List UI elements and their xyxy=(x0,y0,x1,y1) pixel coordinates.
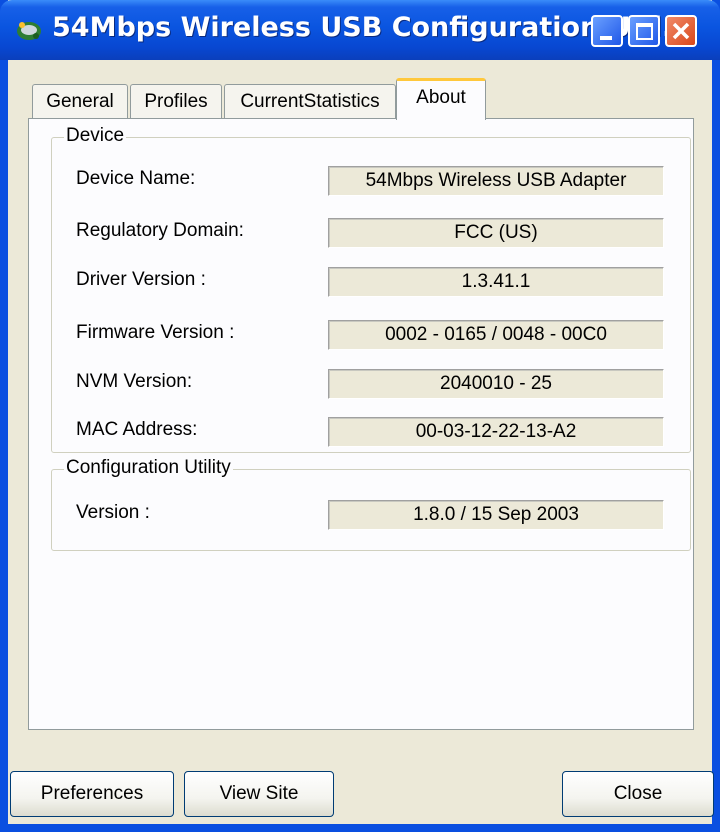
about-tab-panel: Device Device Name: 54Mbps Wireless USB … xyxy=(28,118,694,730)
nvm-version-value: 2040010 - 25 xyxy=(328,369,664,399)
maximize-button[interactable] xyxy=(628,15,660,47)
close-icon xyxy=(672,22,690,40)
driver-version-value: 1.3.41.1 xyxy=(328,267,664,297)
configuration-utility-groupbox: Configuration Utility Version : 1.8.0 / … xyxy=(51,457,691,551)
close-window-button[interactable] xyxy=(665,15,697,47)
tab-general[interactable]: General xyxy=(32,84,128,120)
tab-label: CurrentStatistics xyxy=(240,91,380,112)
utility-version-label: Version : xyxy=(76,502,150,523)
maximize-icon xyxy=(636,23,653,40)
preferences-button[interactable]: Preferences xyxy=(10,771,174,817)
regulatory-domain-value: FCC (US) xyxy=(328,218,664,248)
configuration-utility-legend: Configuration Utility xyxy=(64,457,233,479)
close-button[interactable]: Close xyxy=(562,771,714,817)
nvm-version-label: NVM Version: xyxy=(76,371,193,392)
device-name-value: 54Mbps Wireless USB Adapter xyxy=(328,166,664,196)
minimize-icon xyxy=(600,36,612,40)
tab-label: Profiles xyxy=(144,91,208,112)
mac-address-value: 00-03-12-22-13-A2 xyxy=(328,417,664,447)
device-name-label: Device Name: xyxy=(76,168,196,189)
tab-about[interactable]: About xyxy=(396,78,486,120)
firmware-version-value: 0002 - 0165 / 0048 - 00C0 xyxy=(328,320,664,350)
driver-version-label: Driver Version : xyxy=(76,269,206,290)
configuration-utility-window: 54Mbps Wireless USB Configuration Util..… xyxy=(0,0,720,832)
tab-label: About xyxy=(416,87,466,108)
utility-version-value: 1.8.0 / 15 Sep 2003 xyxy=(328,500,664,530)
title-bar[interactable]: 54Mbps Wireless USB Configuration Util..… xyxy=(0,0,720,60)
device-groupbox: Device Device Name: 54Mbps Wireless USB … xyxy=(51,125,691,453)
tab-profiles[interactable]: Profiles xyxy=(130,84,222,120)
mac-address-label: MAC Address: xyxy=(76,419,198,440)
tab-strip: General Profiles CurrentStatistics About xyxy=(8,60,712,120)
minimize-button[interactable] xyxy=(591,15,623,47)
network-adapter-icon xyxy=(17,22,41,40)
device-group-legend: Device xyxy=(64,125,127,147)
tab-current-statistics[interactable]: CurrentStatistics xyxy=(224,84,396,120)
tab-label: General xyxy=(46,91,114,112)
regulatory-domain-label: Regulatory Domain: xyxy=(76,220,244,241)
firmware-version-label: Firmware Version : xyxy=(76,322,235,343)
view-site-button[interactable]: View Site xyxy=(184,771,334,817)
